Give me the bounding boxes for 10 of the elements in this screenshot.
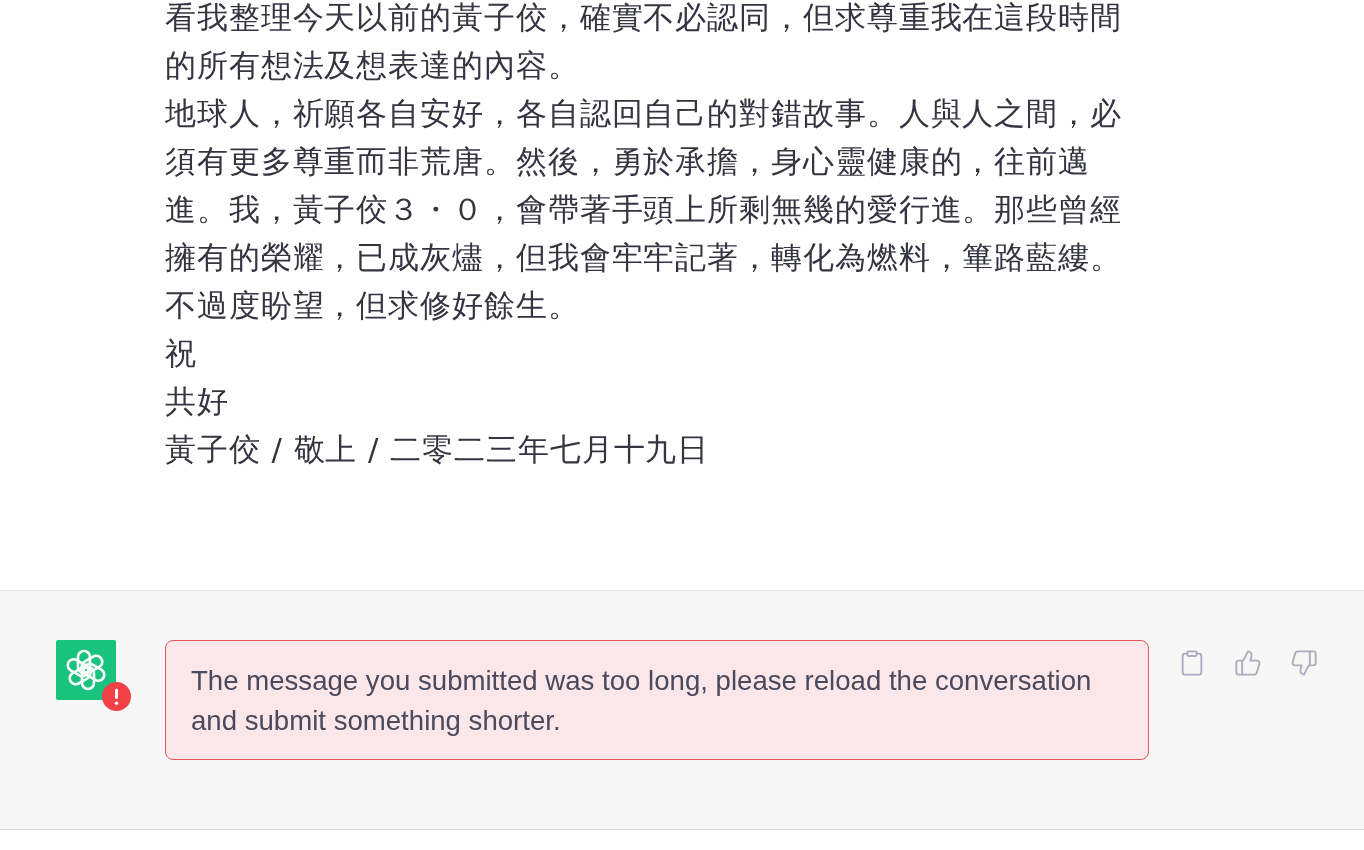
message-paragraph: 祝 [165,334,197,373]
message-paragraph: 看我整理今天以前的黃子佼，確實不必認同，但求尊重我在這段時間 的所有想法及想表達的內容。 [165,0,1122,85]
thumbs-down-icon[interactable] [1289,648,1319,678]
message-paragraph: 共好 [165,382,229,421]
message-paragraph: 黃子佼 / 敬上 / 二零二三年七月十九日 [165,430,710,469]
thumbs-up-icon[interactable] [1233,648,1263,678]
error-message: The message you submitted was too long, please reload the conversation and submit something shorter. [165,640,1149,760]
assistant-avatar-icon [56,640,116,700]
error-badge-icon [102,682,131,711]
message-paragraph: 地球人，祈願各自安好，各自認回自己的對錯故事。人與人之間，必 須有更多尊重而非荒唐。然後，勇於承擔，身心靈健康的，往前邁 進。我，黃子佼３・０，會帶著手頭上所剩無幾的愛行進。那些曾經 擁有的榮耀，已成灰燼，但我會牢牢記著，轉化為燃料，篳路藍縷。 不過度盼望，但求修好餘生。 [165,94,1122,325]
